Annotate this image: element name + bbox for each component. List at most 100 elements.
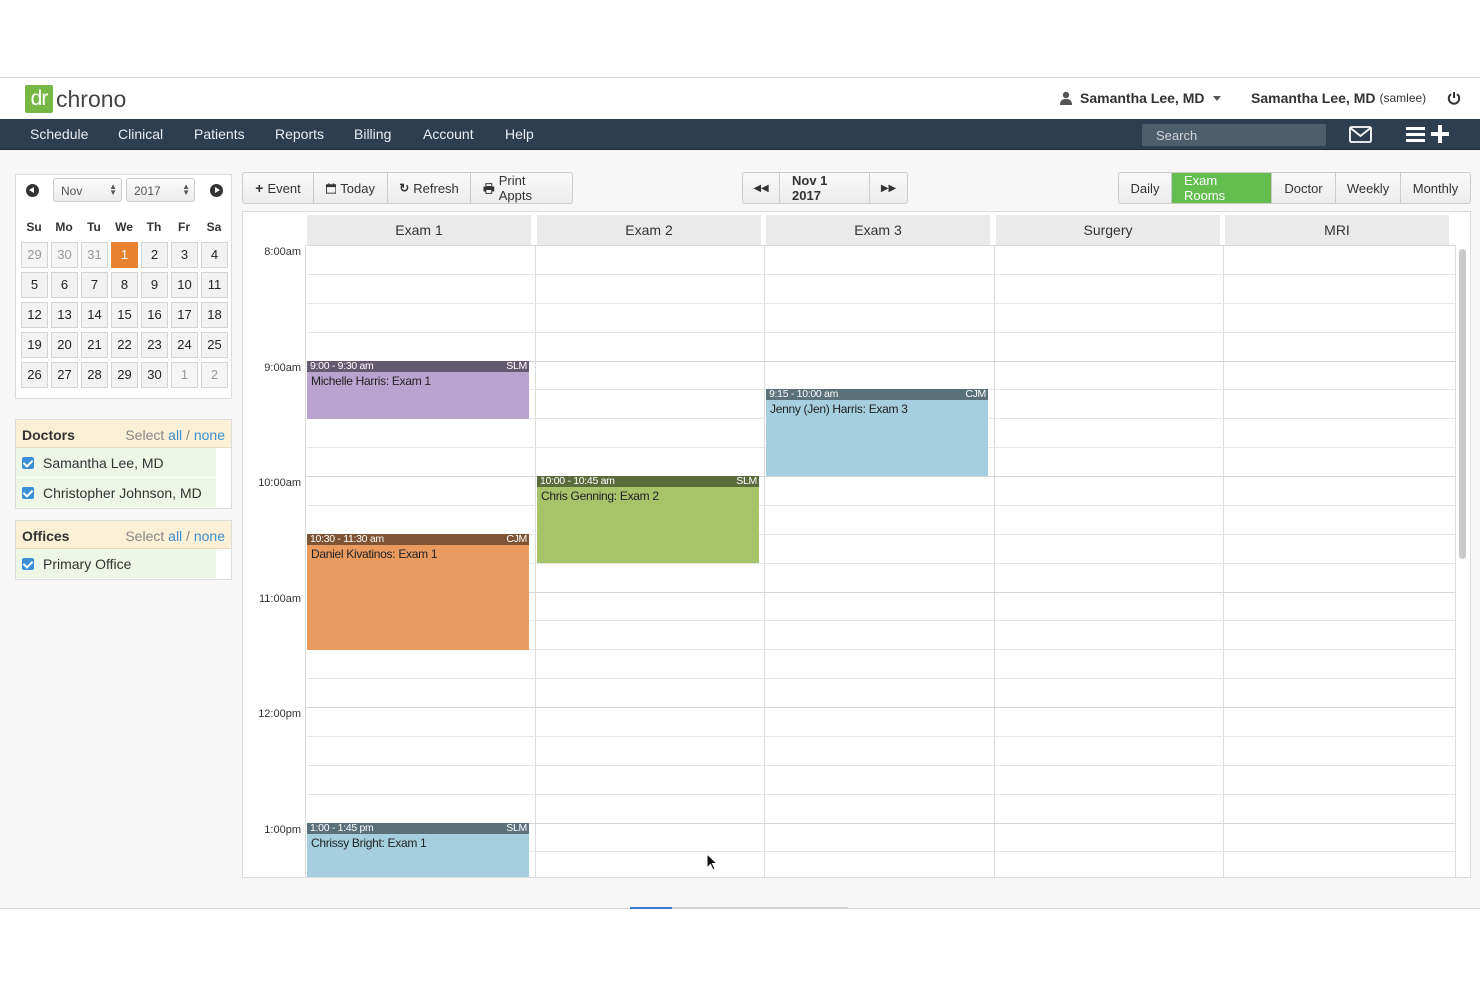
mini-calendar-day[interactable]: 2 <box>141 242 168 268</box>
current-date-button[interactable]: Nov 1 2017 <box>780 173 870 203</box>
mini-calendar-day[interactable]: 2 <box>201 362 228 388</box>
mini-calendar-day[interactable]: 19 <box>21 332 48 358</box>
appointment-block[interactable]: 9:15 - 10:00 am CJM Jenny (Jen) Harris: Ex… <box>766 389 988 476</box>
nav-account[interactable]: Account <box>423 126 474 142</box>
mini-calendar-day[interactable]: 28 <box>81 362 108 388</box>
year-select[interactable]: 2017 ▲ ▼ <box>126 178 195 202</box>
mini-calendar-day[interactable]: 13 <box>51 302 78 328</box>
mini-calendar-day[interactable]: 14 <box>81 302 108 328</box>
mini-calendar-day[interactable]: 9 <box>141 272 168 298</box>
mini-calendar-day[interactable]: 18 <box>201 302 228 328</box>
current-user-menu[interactable]: Samantha Lee, MD <box>1060 90 1222 106</box>
room-column-header[interactable]: Exam 1 <box>307 215 531 245</box>
view-daily-button[interactable]: Daily <box>1119 173 1172 203</box>
year-select-value: 2017 <box>134 184 161 198</box>
mini-calendar-day[interactable]: 24 <box>171 332 198 358</box>
view-switcher: Daily Exam Rooms Doctor Weekly Monthly <box>1118 172 1471 204</box>
office-item[interactable]: Primary Office <box>16 549 216 579</box>
print-appts-button[interactable]: Print Appts <box>471 173 572 203</box>
room-column-header[interactable]: Surgery <box>996 215 1220 245</box>
nav-schedule[interactable]: Schedule <box>30 126 88 142</box>
appointment-time: 10:30 - 11:30 am <box>310 534 384 545</box>
mini-calendar-day[interactable]: 17 <box>171 302 198 328</box>
mini-calendar-day[interactable]: 29 <box>111 362 138 388</box>
appointment-block[interactable]: 10:30 - 11:30 am CJM Daniel Kivatinos: Exa… <box>307 534 529 650</box>
view-doctor-button[interactable]: Doctor <box>1272 173 1336 203</box>
view-weekly-button[interactable]: Weekly <box>1336 173 1401 203</box>
mini-calendar-day[interactable]: 30 <box>141 362 168 388</box>
column-divider <box>1455 245 1456 877</box>
drchrono-logo[interactable]: dr chrono <box>25 84 126 114</box>
mini-calendar-day[interactable]: 1 <box>111 242 138 268</box>
room-column-header[interactable]: Exam 3 <box>766 215 990 245</box>
add-event-button[interactable]: + Event <box>243 173 314 203</box>
account-menu[interactable]: Samantha Lee, MD (samlee) <box>1251 90 1426 106</box>
prev-day-button[interactable]: ◀◀ <box>743 173 780 203</box>
calendar-scrollbar[interactable] <box>1459 249 1466 559</box>
nav-patients[interactable]: Patients <box>194 126 245 142</box>
view-monthly-button[interactable]: Monthly <box>1401 173 1470 203</box>
add-icon[interactable] <box>1431 125 1449 143</box>
nav-reports[interactable]: Reports <box>275 126 324 142</box>
search-input[interactable] <box>1142 124 1326 146</box>
mini-calendar-day[interactable]: 21 <box>81 332 108 358</box>
appointment-block[interactable]: 9:00 - 9:30 am SLM Michelle Harris: Exam 1 <box>307 361 529 419</box>
mini-calendar-day[interactable]: 15 <box>111 302 138 328</box>
refresh-button[interactable]: ↻ Refresh <box>388 173 471 203</box>
mini-calendar-day[interactable]: 26 <box>21 362 48 388</box>
next-day-button[interactable]: ▶▶ <box>870 173 907 203</box>
offices-select-none-link[interactable]: none <box>194 528 225 544</box>
mini-calendar-day[interactable]: 29 <box>21 242 48 268</box>
mini-calendar-day[interactable]: 25 <box>201 332 228 358</box>
prev-month-icon[interactable] <box>26 184 39 197</box>
next-month-icon[interactable] <box>210 184 223 197</box>
mini-calendar-day[interactable]: 7 <box>81 272 108 298</box>
mini-calendar-day[interactable]: 10 <box>171 272 198 298</box>
office-checkbox[interactable] <box>22 558 34 570</box>
mini-calendar-day[interactable]: 1 <box>171 362 198 388</box>
time-slot-line <box>307 274 1455 275</box>
mini-calendar-day[interactable]: 3 <box>171 242 198 268</box>
horizontal-scroll-track[interactable] <box>672 907 848 909</box>
doctor-checkbox[interactable] <box>22 457 34 469</box>
weekday-header: Fr <box>178 220 190 234</box>
doctor-item[interactable]: Samantha Lee, MD <box>16 448 216 478</box>
mini-calendar-day[interactable]: 23 <box>141 332 168 358</box>
doctors-select-none-link[interactable]: none <box>194 427 225 443</box>
mini-calendar-day[interactable]: 27 <box>51 362 78 388</box>
mini-calendar-day[interactable]: 4 <box>201 242 228 268</box>
mini-calendar-day[interactable]: 6 <box>51 272 78 298</box>
mini-calendar-day[interactable]: 16 <box>141 302 168 328</box>
doctor-checkbox[interactable] <box>22 487 34 499</box>
month-select[interactable]: Nov ▲ ▼ <box>53 178 122 202</box>
today-button[interactable]: Today <box>314 173 388 203</box>
menu-icon[interactable] <box>1406 126 1426 143</box>
appointment-block[interactable]: 10:00 - 10:45 am SLM Chris Genning: Exam 2 <box>537 476 759 563</box>
nav-clinical[interactable]: Clinical <box>118 126 163 142</box>
mail-icon[interactable] <box>1349 126 1372 143</box>
mini-calendar-day[interactable]: 30 <box>51 242 78 268</box>
horizontal-scroll-thumb[interactable] <box>630 907 672 909</box>
offices-filter: Offices Select all / none Primary Office <box>15 520 232 580</box>
weekday-header: Mo <box>55 220 73 234</box>
nav-help[interactable]: Help <box>505 126 534 142</box>
app-window: dr chrono Samantha Lee, MD Samantha Lee,… <box>0 77 1480 909</box>
mini-calendar-day[interactable]: 11 <box>201 272 228 298</box>
doctors-select-all-link[interactable]: all <box>168 427 182 443</box>
view-exam-rooms-button[interactable]: Exam Rooms <box>1172 173 1272 203</box>
mini-calendar-day[interactable]: 20 <box>51 332 78 358</box>
room-column-header[interactable]: MRI <box>1225 215 1449 245</box>
room-column-header[interactable]: Exam 2 <box>537 215 761 245</box>
mini-calendar-day[interactable]: 22 <box>111 332 138 358</box>
mini-calendar-day[interactable]: 8 <box>111 272 138 298</box>
mini-calendar-day[interactable]: 31 <box>81 242 108 268</box>
nav-billing[interactable]: Billing <box>354 126 391 142</box>
appointment-block[interactable]: 1:00 - 1:45 pm SLM Chrissy Bright: Exam 1 <box>307 823 529 877</box>
mini-calendar-day[interactable]: 12 <box>21 302 48 328</box>
mini-calendar-day[interactable]: 5 <box>21 272 48 298</box>
power-icon[interactable] <box>1447 91 1461 105</box>
doctor-item[interactable]: Christopher Johnson, MD <box>16 478 216 508</box>
column-divider <box>535 245 536 877</box>
offices-select-all-link[interactable]: all <box>168 528 182 544</box>
calendar-grid[interactable]: 8:00am 9:00am 10:00am 11:00am 12:00pm 1:00pm 9… <box>243 245 1470 877</box>
